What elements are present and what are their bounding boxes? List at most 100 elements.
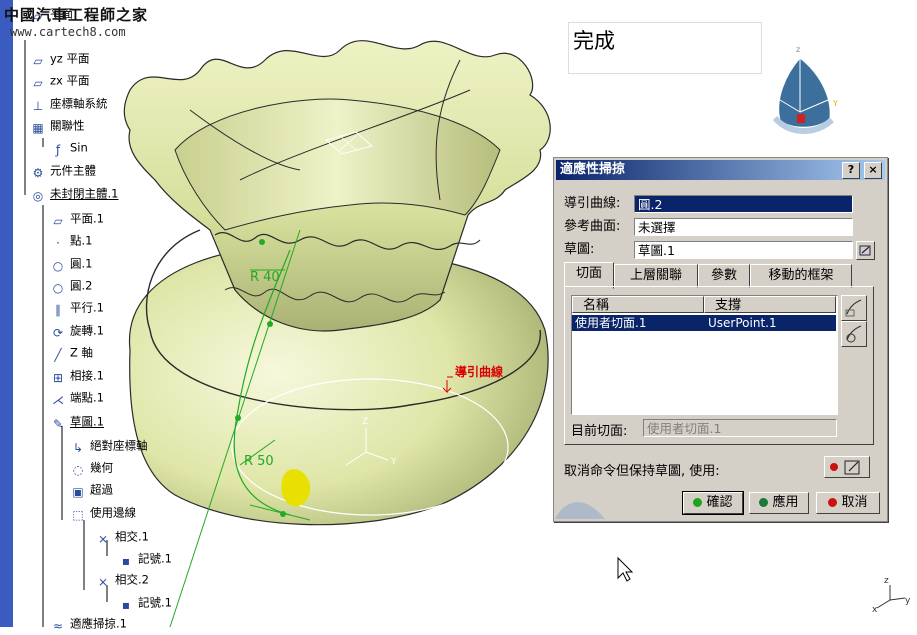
tree-item[interactable]: ⋌ 端點.1 [50,388,104,407]
svg-text:z: z [884,576,889,586]
reference-surface-label: 參考曲面: [564,219,621,234]
tree-item-label: Sin [70,140,88,155]
axis-triad: z y x [872,576,911,615]
tree-item[interactable]: ↳ 絕對座標軸 [70,436,148,455]
constraint-point-1[interactable] [267,321,273,327]
ok-button-label: 確認 [706,495,733,510]
tree-item-label: 記號.1 [138,551,172,566]
tree-item[interactable]: ⟳ 旋轉.1 [50,321,104,340]
tree-item[interactable]: ▪ 記號.1 [118,549,172,568]
svg-text:z: z [796,45,800,54]
catia-workspace: Z Y z Y z y x R 40 R 50 導引曲線 ▱ 平面 ▱ yz 平… [0,0,917,633]
tree-item[interactable]: ○ 圓.2 [50,276,93,295]
radius-label-50: R 50 [244,454,274,469]
point-icon: · [56,235,60,250]
sketch-label: 草圖: [564,242,595,257]
tree-item[interactable]: ⨯ 相交.2 [95,570,149,589]
tree-item[interactable]: ▣ 超過 [70,480,113,499]
open-body-icon: ◎ [32,188,44,203]
close-button[interactable]: × [864,162,882,179]
constraint-point-2[interactable] [235,415,241,421]
tree-item-label: 座標軸系統 [50,96,108,111]
tree-item[interactable]: ◎ 未封閉主體.1 [30,184,119,203]
remove-section-button[interactable] [841,321,867,347]
constraint-point-3[interactable] [280,511,286,517]
keep-sketch-icon [830,460,860,475]
add-section-button[interactable] [841,295,867,321]
tree-item[interactable]: ⬚ 使用邊線 [70,503,136,522]
mark-icon: ▪ [121,597,131,612]
tree-item[interactable]: ⨯ 相交.1 [95,527,149,546]
tree-item-label: 相接.1 [70,368,104,383]
col-name-header[interactable]: 名稱 [572,296,704,313]
tree-item[interactable]: ⊥ 座標軸系統 [30,94,108,113]
relations-icon: ▦ [32,120,44,135]
tab-parents[interactable]: 上層關聯 [614,264,698,288]
ok-icon [693,498,703,507]
watermark: 中國汽車工程師之家 www.cartech8.com [4,4,148,39]
tree-item[interactable]: ▱ zx 平面 [30,71,90,90]
list-item[interactable]: 使用者切面.1 UserPoint.1 [572,315,836,331]
plane-icon: ▱ [33,53,43,68]
tree-item[interactable]: ƒ Sin [50,138,88,157]
dialog-corner-graphic [555,502,605,519]
tree-item[interactable]: ◌ 幾何 [70,458,113,477]
cancel-button[interactable]: 取消 [816,492,880,514]
line-icon: ╱ [54,347,62,362]
overconstrained-icon: ▣ [72,484,84,499]
tree-item[interactable]: ✎ 草圖.1 [50,412,104,431]
dialog-title: 適應性掃掠 [560,162,626,177]
plane-icon: ▱ [53,213,63,228]
ok-button[interactable]: 確認 [682,491,744,515]
tab-sections[interactable]: 切面 [564,262,614,289]
add-section-icon [845,299,862,317]
tree-item[interactable]: ▦ 關聯性 [30,116,85,135]
sketch-edit-button[interactable] [856,241,875,260]
use-edges-icon: ⬚ [72,507,84,522]
parallel-icon: ∥ [55,302,61,317]
tree-item-label: 適應掃掠.1 [70,616,127,631]
tree-item-label: 平行.1 [70,300,104,315]
compass-widget[interactable]: z Y [772,45,838,134]
tree-item-label: 幾何 [90,460,113,475]
apply-button[interactable]: 應用 [749,492,809,514]
tree-item-label: Z 軸 [70,345,94,360]
help-button[interactable]: ? [842,162,860,179]
tree-item-label: 記號.1 [138,595,172,610]
sketch-field[interactable]: 草圖.1 [634,241,853,259]
tab-parameters[interactable]: 參數 [698,264,750,288]
tree-item[interactable]: ∥ 平行.1 [50,298,104,317]
svg-text:Y: Y [832,99,838,108]
done-label: 完成 [573,29,615,53]
tree-item[interactable]: · 點.1 [50,231,93,250]
intersect-icon: ⨯ [97,574,109,589]
col-support-header[interactable]: 支撐 [704,296,836,313]
tree-item[interactable]: ⚙ 元件主體 [30,161,96,180]
tab-moving-frame[interactable]: 移動的框架 [750,264,852,288]
keep-sketch-button[interactable] [824,456,870,478]
tree-item-label: zx 平面 [50,73,90,88]
tree-item-label: 元件主體 [50,163,96,178]
constraint-point-4[interactable] [259,239,265,245]
tree-item-label: 關聯性 [50,118,85,133]
guide-curve-field[interactable]: 圓.2 [634,195,853,213]
sweep-icon: ≈ [52,618,64,633]
tree-item[interactable]: ⊞ 相接.1 [50,366,104,385]
tree-item[interactable]: ▱ 平面.1 [50,209,104,228]
dialog-titlebar[interactable]: 適應性掃掠 ? × [556,160,885,180]
rotate-icon: ⟳ [52,325,64,340]
tree-item[interactable]: ○ 圓.1 [50,254,93,273]
cancel-keep-sketch-label: 取消命令但保持草圖, 使用: [564,464,720,479]
sketch-edit-icon [859,245,871,256]
row-name: 使用者切面.1 [575,316,647,330]
apply-icon [759,498,769,507]
tree-item[interactable]: ▪ 記號.1 [118,593,172,612]
reference-surface-field[interactable]: 未選擇 [634,218,853,236]
formula-icon: ƒ [55,142,61,157]
tree-item[interactable]: ≈ 適應掃掠.1 [50,614,127,633]
tree-item[interactable]: ▱ yz 平面 [30,49,89,68]
sections-list[interactable]: 名稱 支撐 使用者切面.1 UserPoint.1 [571,295,838,415]
sections-panel: 名稱 支撐 使用者切面.1 UserPoint.1 目前切面: 使用者切面.1 [564,286,874,445]
tree-item[interactable]: ╱ Z 軸 [50,343,94,362]
tree-item-label: 點.1 [70,233,93,248]
